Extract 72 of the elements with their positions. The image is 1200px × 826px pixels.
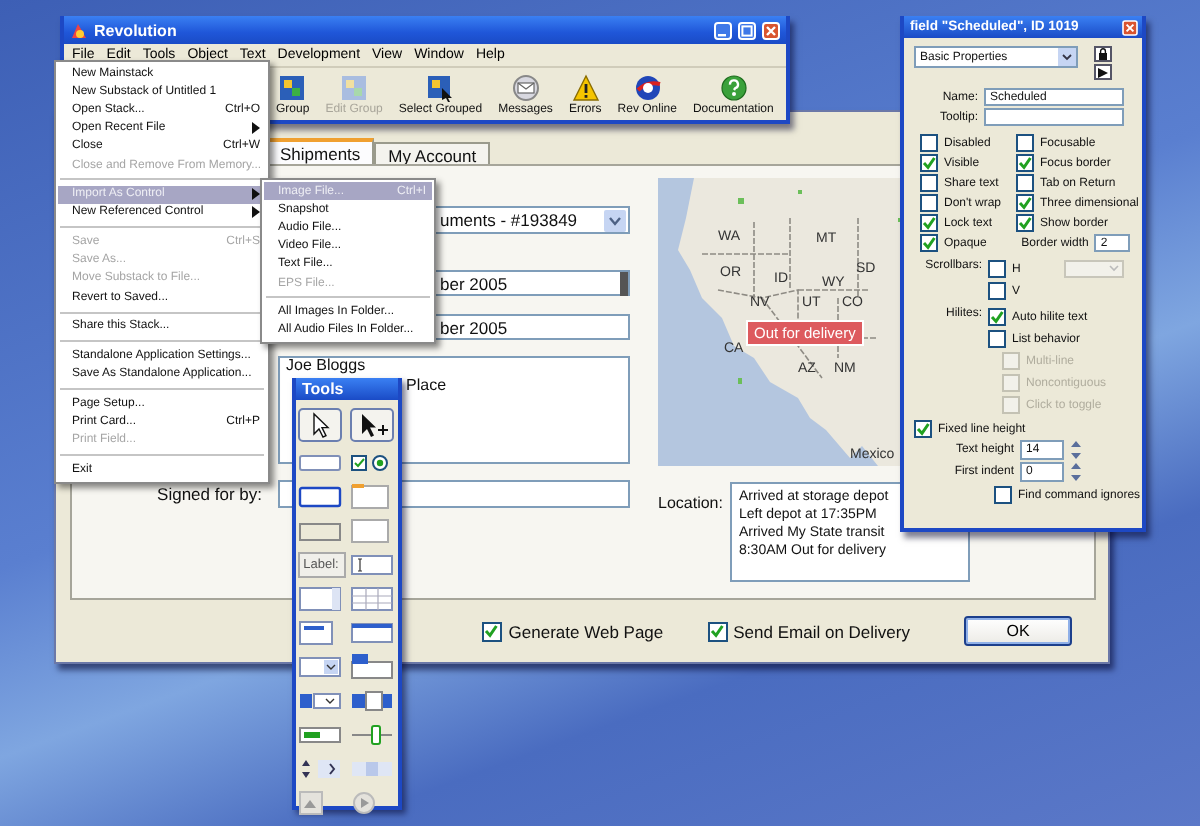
help-icon xyxy=(719,74,748,102)
checkbox[interactable] xyxy=(920,154,938,172)
field-label: Location: xyxy=(658,492,723,512)
checkbox[interactable] xyxy=(1016,194,1034,212)
group-cursor-icon xyxy=(426,74,455,102)
window-title: Revolution xyxy=(94,21,177,39)
slider-icon[interactable] xyxy=(349,722,393,748)
checkbox[interactable] xyxy=(1016,134,1034,152)
palette-title: Tools xyxy=(296,378,398,400)
pointer-plus-icon[interactable] xyxy=(349,408,393,442)
table-icon[interactable] xyxy=(349,586,393,612)
checkbox[interactable] xyxy=(1016,154,1034,172)
envelope-icon xyxy=(511,74,540,102)
checkmark-icon xyxy=(709,623,724,637)
list-icon[interactable] xyxy=(297,586,341,612)
checkbox[interactable] xyxy=(920,234,938,252)
play-icon xyxy=(1098,67,1108,77)
checkbox[interactable] xyxy=(920,134,938,152)
checkbox-label: Generate Web Page xyxy=(508,621,664,641)
checkbox[interactable] xyxy=(920,194,938,212)
group-icon xyxy=(340,74,369,102)
checkbox[interactable] xyxy=(920,214,938,232)
checkbox[interactable] xyxy=(1016,174,1034,192)
close-button[interactable] xyxy=(1122,19,1138,35)
tab[interactable]: Shipments xyxy=(266,138,375,164)
popup-icon[interactable] xyxy=(349,654,393,680)
combo-box-icon[interactable] xyxy=(297,688,341,714)
checkbox[interactable] xyxy=(994,486,1012,504)
checkbox[interactable] xyxy=(482,621,503,641)
checkbox[interactable] xyxy=(920,174,938,192)
resize-handle[interactable] xyxy=(620,271,628,295)
checkbox[interactable] xyxy=(988,308,1006,326)
checkmark-icon xyxy=(922,156,936,170)
pointer-icon[interactable] xyxy=(297,408,341,442)
group-icon xyxy=(278,74,307,102)
globe-icon xyxy=(633,74,662,102)
checkbox-radio-icon[interactable] xyxy=(349,450,393,476)
field-label: Signed for by: xyxy=(155,484,264,504)
chevron-down-icon xyxy=(1058,48,1076,66)
play-button[interactable] xyxy=(1094,64,1112,80)
option-menu-icon[interactable] xyxy=(349,688,393,714)
warning-icon xyxy=(571,74,600,102)
ok-button[interactable]: OK xyxy=(964,616,1072,646)
tooltip-field[interactable] xyxy=(984,108,1124,126)
spinner-icon[interactable] xyxy=(297,756,341,782)
text-cursor-icon[interactable] xyxy=(349,552,393,578)
lock-button[interactable] xyxy=(1094,46,1112,62)
tab[interactable]: My Account xyxy=(374,142,491,164)
text-line: Joe Bloggs xyxy=(286,358,366,374)
app-icon xyxy=(70,21,88,39)
dropdown-icon[interactable] xyxy=(297,654,341,680)
checkbox[interactable] xyxy=(988,260,1006,278)
checkbox[interactable] xyxy=(914,420,932,438)
minimize-button[interactable] xyxy=(714,21,732,39)
text-line: Place xyxy=(406,378,447,394)
checkbox[interactable] xyxy=(707,621,728,641)
chevron-down-icon xyxy=(604,209,626,231)
checkbox[interactable] xyxy=(988,330,1006,348)
checkmark-icon xyxy=(1018,156,1032,170)
checkmark-icon xyxy=(990,310,1004,324)
disabled-dropdown xyxy=(1064,260,1124,278)
checkmark-icon xyxy=(484,623,499,637)
scrollbar-icon[interactable] xyxy=(349,756,393,782)
checkbox-label: Send Email on Delivery xyxy=(733,621,910,641)
lock-icon xyxy=(1098,48,1108,60)
checkbox[interactable] xyxy=(988,282,1006,300)
checkmark-icon xyxy=(916,422,930,436)
field-icon[interactable] xyxy=(297,484,341,510)
checkbox[interactable] xyxy=(1016,214,1034,232)
maximize-button[interactable] xyxy=(738,21,756,39)
tabs-icon[interactable] xyxy=(349,620,393,646)
close-button[interactable] xyxy=(762,21,780,39)
